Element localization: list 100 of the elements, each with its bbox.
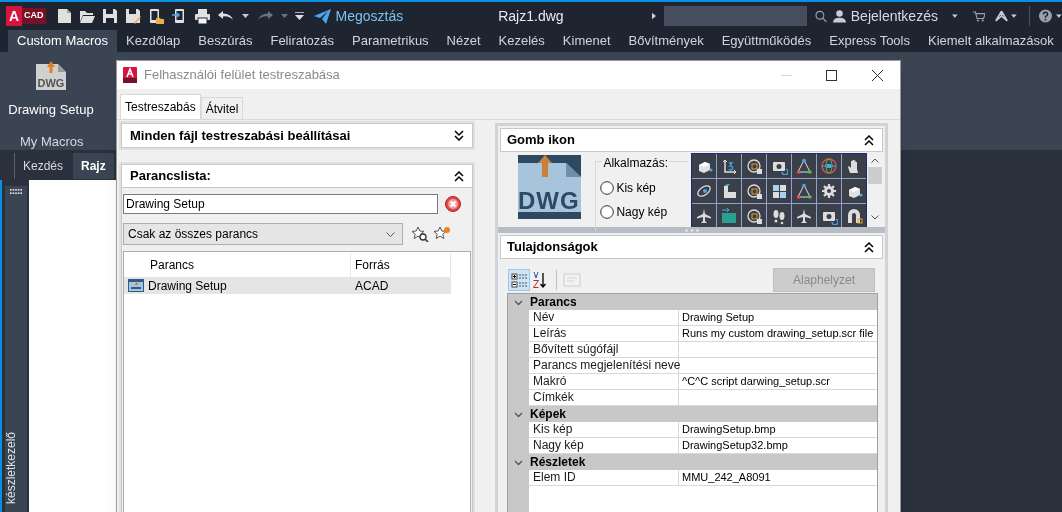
palette-label[interactable]: készletkezelő [3, 422, 19, 504]
collapse-icon[interactable] [864, 241, 874, 253]
ribbon-tab[interactable]: Kimenet [553, 30, 620, 52]
document-title: Rajz1.dwg [498, 6, 564, 26]
caret-icon[interactable] [1010, 14, 1017, 18]
collapse-icon[interactable] [864, 134, 874, 146]
app-icon [123, 67, 137, 83]
logo-letter: A [6, 6, 22, 26]
star-search-icon[interactable] [411, 226, 429, 242]
ribbon-tab[interactable]: Bővítmények [619, 30, 713, 52]
phone-folder-icon[interactable] [147, 8, 164, 24]
section-header[interactable]: Minden fájl testreszabási beállításai [121, 123, 473, 148]
share-link[interactable]: Megosztás [335, 5, 404, 27]
collapse-icon[interactable] [454, 130, 464, 141]
open-folder-icon[interactable] [78, 8, 95, 24]
chevron-down-icon [386, 231, 395, 237]
gear-icon[interactable] [819, 182, 838, 200]
document-tab[interactable]: Kezdés [14, 153, 72, 179]
target-icon[interactable] [744, 182, 763, 200]
paper-plane-icon[interactable] [313, 8, 331, 24]
section-header[interactable]: Tulajdonságok [500, 235, 883, 259]
property-name: Makró [529, 374, 679, 390]
close-icon[interactable] [872, 69, 883, 81]
ribbon-tab[interactable]: Kezelés [489, 30, 554, 52]
ribbon-tab[interactable]: Beszúrás [189, 30, 262, 52]
filter-dropdown[interactable]: Csak az összes parancs [123, 223, 403, 245]
target-icon[interactable] [744, 207, 763, 225]
save-as-icon[interactable] [124, 8, 141, 24]
triangle-nodes-icon[interactable] [794, 157, 813, 175]
radio-button[interactable] [600, 181, 615, 195]
property-name: Parancs megjelenítési neve [529, 358, 679, 374]
property-name: Bővített súgófájl [529, 342, 679, 358]
dialog-tab[interactable]: Testreszabás [120, 94, 201, 119]
triangle-nodes-icon[interactable] [794, 182, 813, 200]
sign-in-link[interactable]: Bejelentkezés [850, 5, 938, 27]
caret-icon[interactable] [1056, 14, 1062, 18]
undo-icon[interactable] [216, 10, 235, 22]
expand-icon[interactable] [651, 12, 656, 20]
cart-icon[interactable] [972, 9, 985, 23]
property-name: Leírás [529, 326, 679, 342]
redo-icon[interactable] [255, 10, 274, 22]
new-file-icon[interactable] [55, 8, 72, 24]
ribbon-tab[interactable]: Parametrikus [343, 30, 438, 52]
ribbon-tab[interactable]: Kiemelt alkalmazások [919, 30, 1062, 52]
property-value[interactable]: ^C^C script darwing_setup.scr [679, 374, 877, 390]
search-field[interactable] [663, 6, 807, 26]
collapse-icon[interactable] [454, 170, 464, 182]
help-icon[interactable] [1039, 8, 1053, 24]
property-name: Elem ID [529, 470, 679, 486]
caret-icon[interactable] [241, 14, 249, 18]
radio-option[interactable]: Kis kép [600, 179, 656, 197]
box-icon[interactable] [719, 207, 738, 225]
icon-picker[interactable] [690, 153, 867, 229]
section-header[interactable]: Gomb ikon [500, 128, 883, 152]
maximize-icon[interactable] [826, 69, 837, 81]
logo-text: CAD [22, 8, 46, 24]
categorized-icon[interactable] [508, 269, 530, 291]
dialog-title: Felhasználói felület testreszabása [144, 66, 340, 85]
radio-button[interactable] [600, 205, 615, 219]
property-value[interactable]: Runs my custom drawing_setup.scr file [679, 326, 877, 342]
property-value[interactable]: DrawingSetup.bmp [679, 422, 877, 438]
scroll-up-icon[interactable] [871, 158, 880, 163]
scroll-down-icon[interactable] [871, 215, 880, 220]
more-icon[interactable] [294, 12, 304, 20]
ribbon-tab[interactable]: Express Tools [820, 30, 919, 52]
radio-option[interactable]: Nagy kép [600, 203, 668, 221]
target-icon[interactable] [744, 157, 763, 175]
save-icon[interactable] [101, 8, 118, 24]
ribbon-tab[interactable]: Együttműködés [712, 30, 821, 52]
table-cell-text: Drawing Setup [147, 277, 228, 295]
property-value[interactable]: Drawing Setup [679, 310, 877, 326]
dwg-file-icon [128, 279, 144, 292]
property-value[interactable]: MMU_242_A8091 [679, 470, 877, 486]
ribbon-tab[interactable]: Feliratozás [261, 30, 344, 52]
table-cell-text: ACAD [354, 277, 390, 295]
search-icon[interactable] [814, 8, 827, 24]
grip-icon[interactable] [10, 189, 22, 194]
print-icon[interactable] [193, 8, 210, 24]
ribbon-tab[interactable]: Nézet [437, 30, 490, 52]
ribbon-tab[interactable]: Kezdőlap [117, 30, 190, 52]
globe-icon[interactable] [819, 157, 838, 175]
caret-icon[interactable] [951, 14, 958, 18]
ribbon-tab[interactable]: Custom Macros [8, 30, 118, 52]
panel-title: My Macros [20, 133, 84, 151]
drawing-setup-button[interactable]: DWG Drawing Setup [6, 58, 96, 120]
section-header[interactable]: Parancslista: [122, 165, 472, 188]
dwg-file-icon: DWG [518, 155, 578, 219]
document-tab[interactable]: Rajz [73, 153, 114, 179]
clear-icon[interactable] [445, 196, 461, 212]
grip-icon[interactable] [684, 228, 699, 232]
user-icon[interactable] [832, 8, 846, 24]
dialog-tab[interactable]: Átvitel [200, 97, 244, 119]
command-row[interactable]: Drawing Setup ACAD [124, 277, 451, 294]
star-new-icon[interactable] [433, 226, 451, 242]
search-field[interactable]: Drawing Setup [123, 194, 438, 214]
property-name: Név [529, 310, 679, 326]
orbit-icon[interactable] [694, 182, 713, 200]
phone-arrow-icon[interactable] [170, 8, 187, 24]
network-icon[interactable] [994, 9, 1008, 23]
property-name: Kis kép [529, 422, 679, 438]
